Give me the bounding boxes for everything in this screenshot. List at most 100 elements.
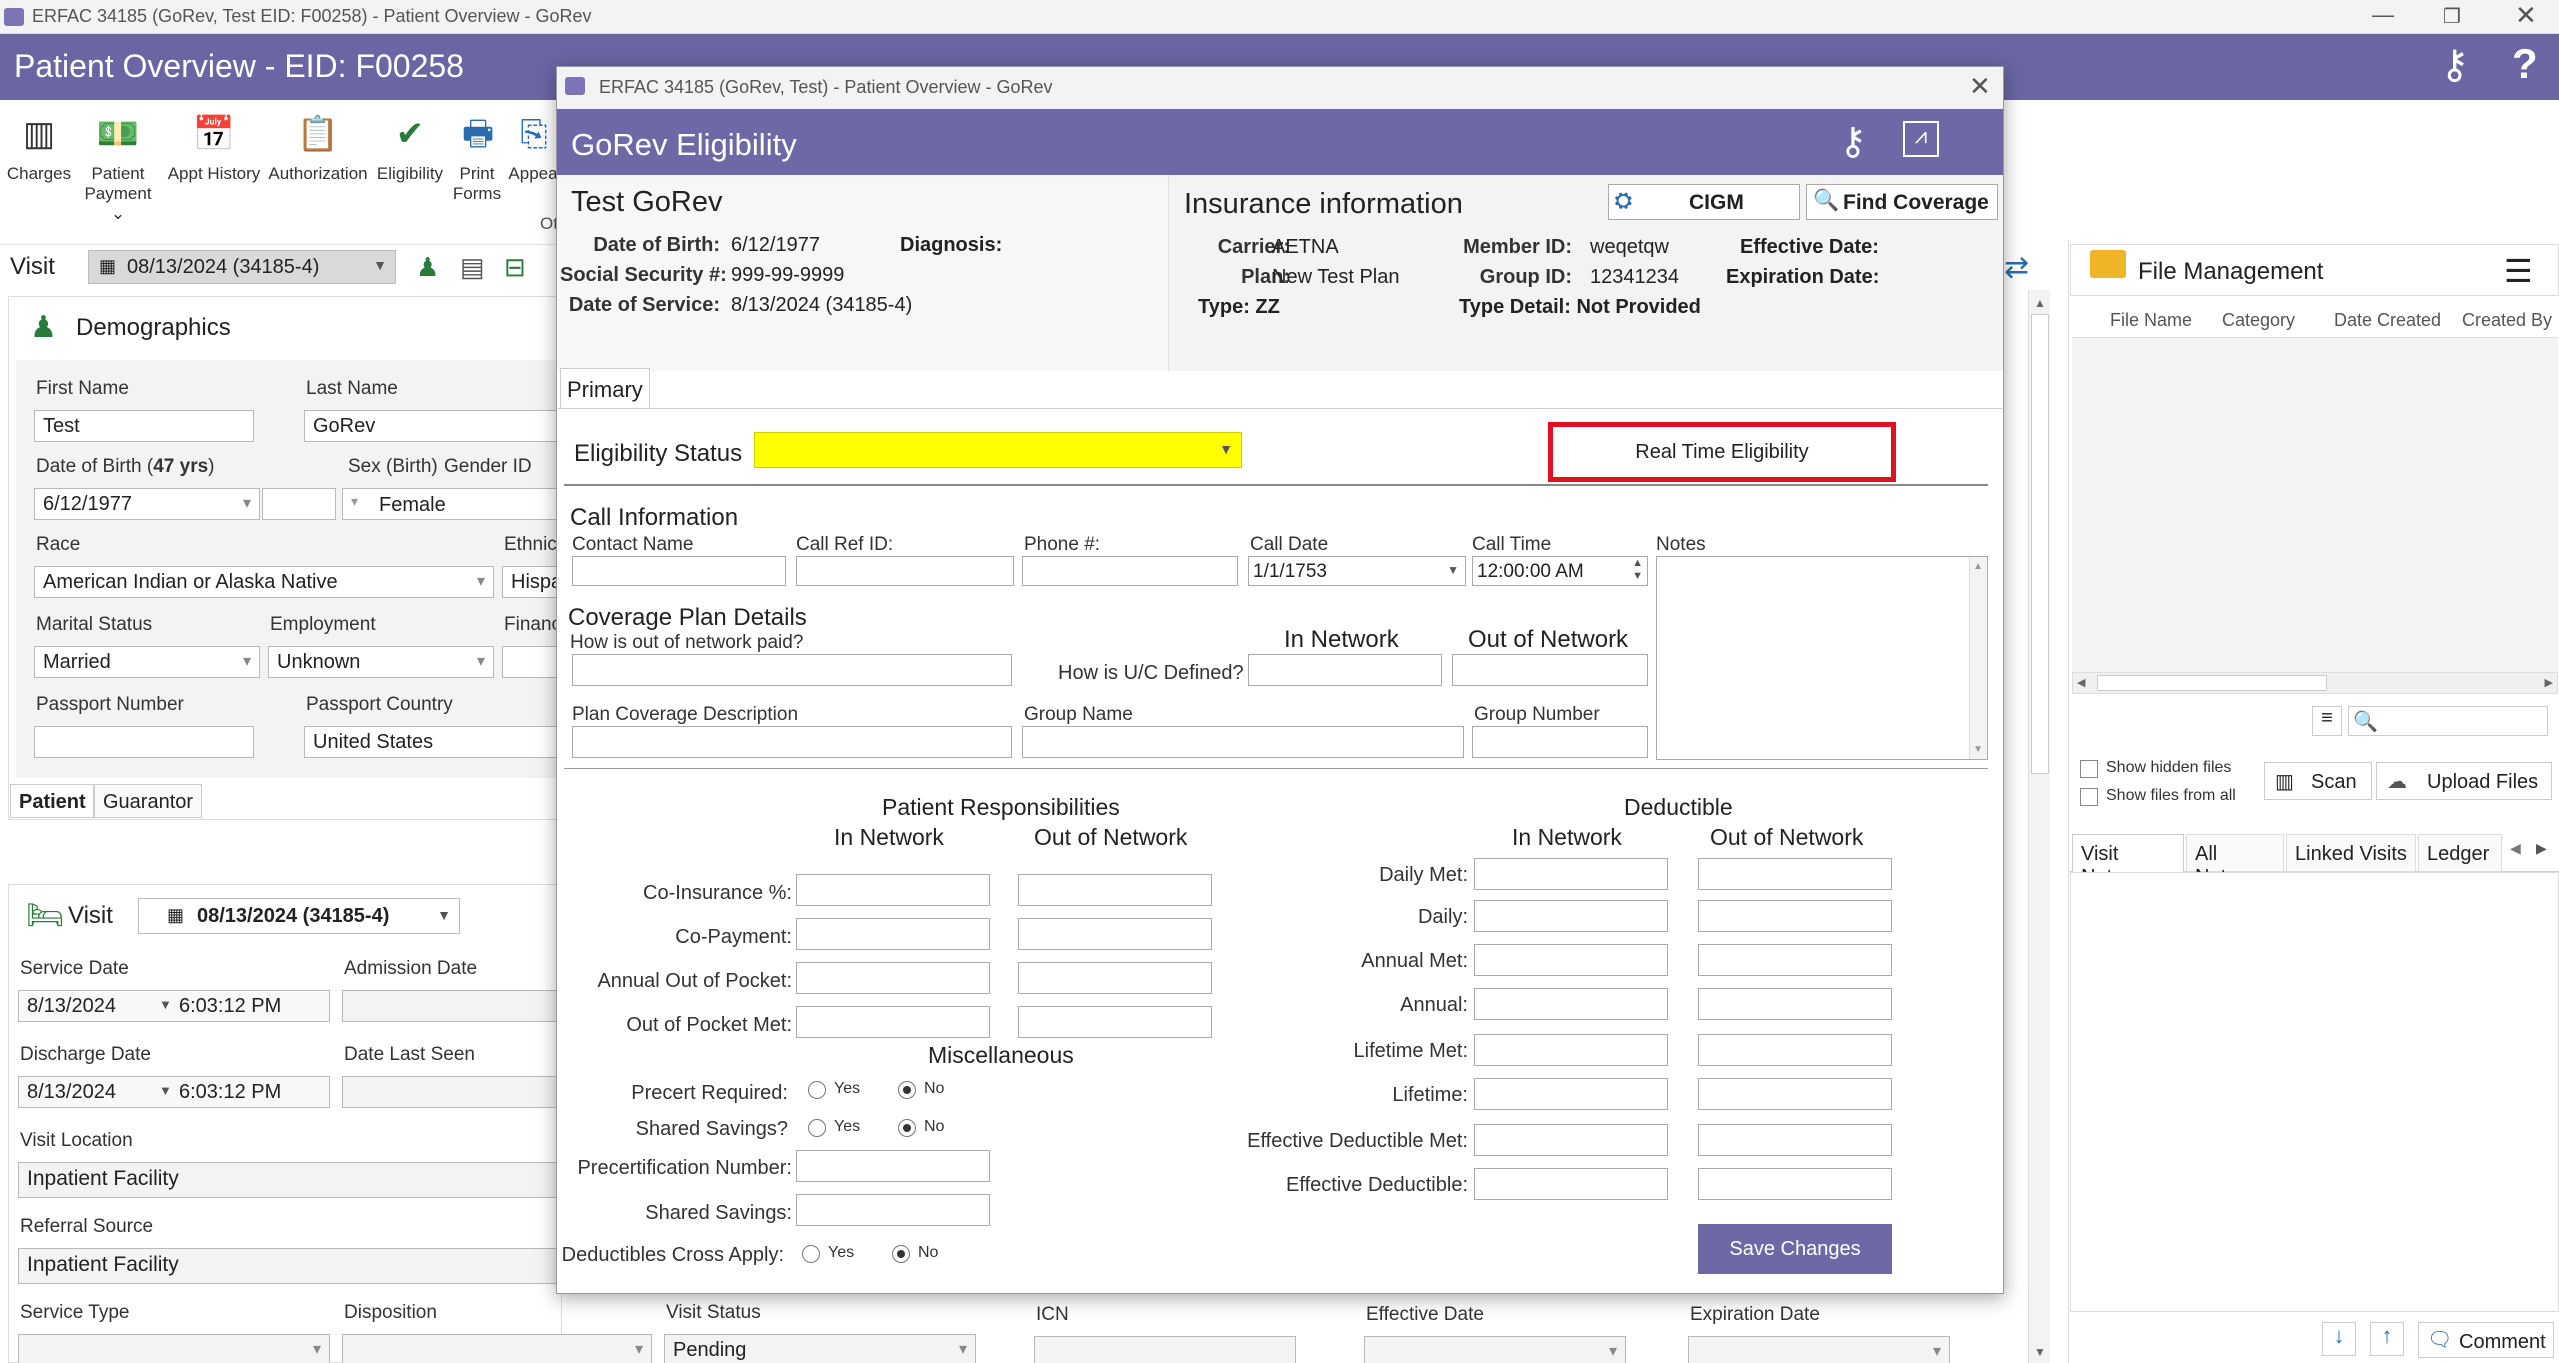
show-all-checkbox[interactable] — [2080, 788, 2098, 806]
precert-no-radio[interactable] — [898, 1081, 916, 1099]
gender-input[interactable]: ▾ Female — [342, 488, 560, 520]
service-type-input[interactable] — [18, 1334, 330, 1363]
col-date-created[interactable]: Date Created — [2334, 310, 2441, 331]
show-hidden-checkbox[interactable] — [2080, 760, 2098, 778]
ded-cross-no-radio[interactable] — [892, 1245, 910, 1263]
ref-input[interactable] — [796, 556, 1014, 586]
authorization-button[interactable]: 📋 Authorization — [268, 108, 368, 184]
oon-paid-input[interactable] — [572, 654, 1012, 686]
ded-out-network-input[interactable] — [1698, 858, 1892, 890]
uc-out-network-input[interactable] — [1452, 654, 1648, 686]
call-time-input[interactable]: 12:00:00 AM ▲ ▼ — [1472, 556, 1648, 586]
pr-out-network-input[interactable] — [1018, 874, 1212, 906]
discharge-date-input[interactable]: 8/13/2024 ▼ 6:03:12 PM — [18, 1076, 330, 1108]
disposition-input[interactable] — [342, 1334, 652, 1363]
last-name-input[interactable]: GoRev — [304, 410, 560, 442]
real-time-eligibility-button[interactable]: Real Time Eligibility — [1548, 422, 1896, 482]
tab-ledger[interactable]: Ledger — [2418, 834, 2502, 872]
dialog-users-icon[interactable]: ⚷ — [1839, 119, 1867, 164]
visit-panel-select[interactable]: ▦ 08/13/2024 (34185-4) ▼ — [138, 898, 460, 934]
scan-button[interactable]: ▥ Scan — [2264, 762, 2372, 800]
group-number-input[interactable] — [1472, 726, 1648, 758]
ded-out-network-input[interactable] — [1698, 1034, 1892, 1066]
refresh-icon[interactable]: ⇄ — [2004, 250, 2029, 285]
ded-out-network-input[interactable] — [1698, 1124, 1892, 1156]
ded-in-network-input[interactable] — [1474, 1034, 1668, 1066]
ded-in-network-input[interactable] — [1474, 1168, 1668, 1200]
file-hscrollbar[interactable]: ◀ ▶ — [2072, 672, 2558, 694]
id-card-icon[interactable]: ▤ — [460, 252, 485, 283]
shared-no-radio[interactable] — [898, 1119, 916, 1137]
location-input[interactable]: Inpatient Facility — [18, 1162, 560, 1198]
close-icon[interactable]: ✕ — [2515, 0, 2537, 31]
arrow-down-icon[interactable]: ↓ — [2322, 1322, 2356, 1356]
save-changes-button[interactable]: Save Changes — [1698, 1224, 1892, 1274]
group-name-input[interactable] — [1022, 726, 1464, 758]
ded-in-network-input[interactable] — [1474, 988, 1668, 1020]
visit-status-input[interactable]: Pending — [664, 1334, 976, 1363]
hamburger-icon[interactable]: ☰ — [2504, 252, 2533, 290]
precert-num-input[interactable] — [796, 1150, 990, 1182]
dialog-chart-icon[interactable]: ⩘ — [1903, 121, 1939, 157]
tab-linked-visits[interactable]: Linked Visits — [2286, 834, 2416, 872]
ded-in-network-input[interactable] — [1474, 944, 1668, 976]
pr-in-network-input[interactable] — [796, 918, 990, 950]
shared-savings-input[interactable] — [796, 1194, 990, 1226]
ded-in-network-input[interactable] — [1474, 858, 1668, 890]
ded-out-network-input[interactable] — [1698, 944, 1892, 976]
ded-out-network-input[interactable] — [1698, 900, 1892, 932]
passport-country-input[interactable]: United States — [304, 726, 560, 758]
notes-textarea[interactable]: ▲ ▼ — [1656, 556, 1988, 760]
print-forms-button[interactable]: 🖶 Print Forms — [452, 108, 502, 204]
phone-input[interactable] — [1022, 556, 1238, 586]
help-icon[interactable]: ? — [2512, 40, 2538, 88]
ded-cross-yes-radio[interactable] — [802, 1245, 820, 1263]
tab-scroll-left-icon[interactable]: ◀ — [2510, 840, 2521, 857]
col-category[interactable]: Category — [2222, 310, 2295, 331]
service-date-input[interactable]: 8/13/2024 ▼ 6:03:12 PM — [18, 990, 330, 1022]
ded-in-network-input[interactable] — [1474, 1078, 1668, 1110]
comment-button[interactable]: 🗨 Comment — [2418, 1322, 2554, 1358]
shared-yes-radio[interactable] — [808, 1119, 826, 1137]
referral-input[interactable]: Inpatient Facility — [18, 1248, 560, 1284]
ethnic-input[interactable]: Hispa — [502, 566, 560, 598]
find-coverage-button[interactable]: 🔍 Find Coverage — [1806, 184, 1998, 220]
ded-in-network-input[interactable] — [1474, 900, 1668, 932]
file-search-input[interactable]: 🔍 — [2348, 706, 2548, 736]
arrow-up-icon[interactable]: ↑ — [2370, 1322, 2404, 1356]
minimize-icon[interactable]: — — [2372, 2, 2394, 28]
bottom-expiration-input[interactable] — [1688, 1336, 1950, 1363]
plan-desc-input[interactable] — [572, 726, 1012, 758]
cigm-button[interactable]: ⛭ CIGM — [1608, 184, 1800, 220]
tab-guarantor[interactable]: Guarantor — [94, 784, 202, 818]
col-file-name[interactable]: File Name — [2110, 310, 2192, 331]
admission-input[interactable] — [342, 990, 560, 1022]
pr-in-network-input[interactable] — [796, 962, 990, 994]
tab-patient[interactable]: Patient — [10, 784, 94, 818]
person-icon[interactable]: ♟ — [416, 252, 439, 283]
charges-button[interactable]: ▥ Charges — [6, 108, 72, 184]
pr-out-network-input[interactable] — [1018, 1006, 1212, 1038]
pr-out-network-input[interactable] — [1018, 918, 1212, 950]
eligibility-button[interactable]: ✔ Eligibility — [372, 108, 448, 184]
employment-input[interactable]: Unknown — [268, 646, 494, 678]
first-name-input[interactable]: Test — [34, 410, 254, 442]
ded-out-network-input[interactable] — [1698, 1078, 1892, 1110]
last-seen-input[interactable] — [342, 1076, 560, 1108]
dob-input[interactable]: 6/12/1977 — [34, 488, 260, 520]
main-scrollbar[interactable]: ▲ ▼ — [2028, 290, 2050, 1363]
race-input[interactable]: American Indian or Alaska Native — [34, 566, 494, 598]
tab-all-notes[interactable]: All Notes — [2186, 834, 2284, 888]
ded-out-network-input[interactable] — [1698, 988, 1892, 1020]
icn-input[interactable] — [1034, 1336, 1296, 1363]
marital-input[interactable]: Married — [34, 646, 260, 678]
tab-scroll-right-icon[interactable]: ▶ — [2536, 840, 2547, 857]
pr-in-network-input[interactable] — [796, 874, 990, 906]
patient-payment-button[interactable]: 💵 Patient Payment ⌄ — [82, 108, 154, 224]
restore-icon[interactable]: ❐ — [2443, 4, 2461, 29]
upload-files-button[interactable]: ☁ Upload Files — [2376, 762, 2552, 800]
finance-input[interactable] — [502, 646, 560, 678]
visit-select[interactable]: ▦ 08/13/2024 (34185-4) ▼ — [88, 250, 396, 284]
pr-out-network-input[interactable] — [1018, 962, 1212, 994]
precert-yes-radio[interactable] — [808, 1081, 826, 1099]
